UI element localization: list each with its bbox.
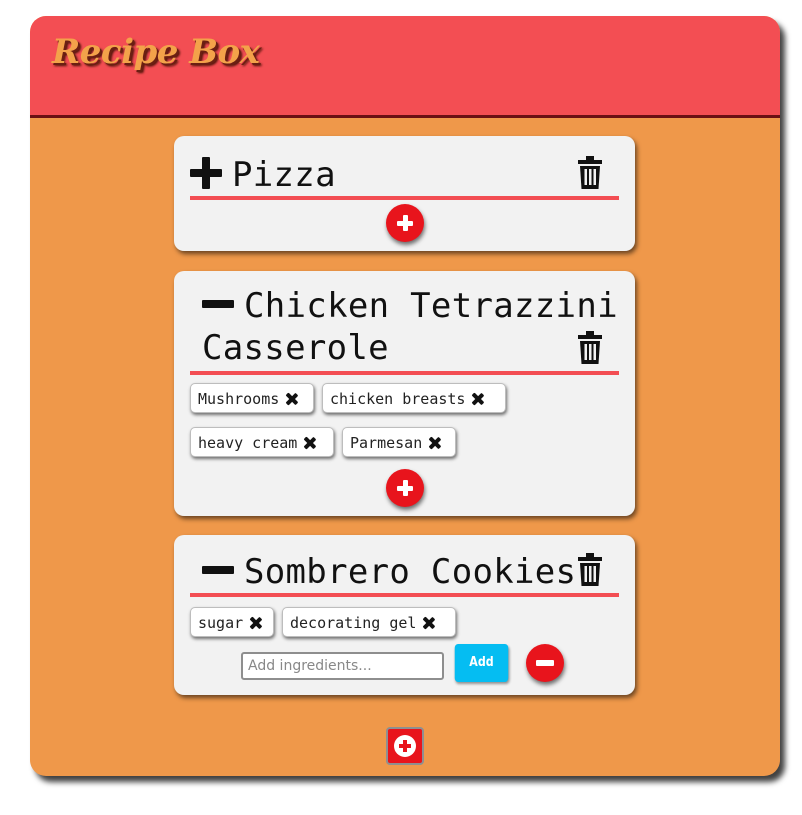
ingredient-chip: sugar <box>190 607 274 637</box>
recipe-title-continued[interactable]: Casserole <box>190 327 619 369</box>
close-icon[interactable] <box>285 393 297 405</box>
collapse-minus-icon[interactable] <box>202 288 234 320</box>
recipe-title[interactable]: Sombrero Cookies <box>244 552 576 592</box>
ingredient-label: Mushrooms <box>198 390 280 408</box>
trash-icon[interactable] <box>575 553 605 587</box>
ingredient-label: sugar <box>198 614 244 632</box>
trash-icon[interactable] <box>575 331 605 365</box>
recipe-title-line: Chicken Tetrazzini <box>190 285 619 327</box>
add-ingredient-input[interactable] <box>241 652 444 680</box>
app-title: Recipe Box <box>52 32 260 72</box>
close-icon[interactable] <box>422 617 434 629</box>
recipe-title[interactable]: Pizza <box>232 155 336 195</box>
app-header: Recipe Box <box>30 16 780 118</box>
recipe-card: Sombrero Cookies sugar decorating gel Ad… <box>174 535 635 695</box>
trash-icon[interactable] <box>575 156 605 190</box>
recipe-header: Chicken Tetrazzini Casserole <box>190 271 619 375</box>
close-icon[interactable] <box>428 437 440 449</box>
recipe-card: Pizza <box>174 136 635 251</box>
close-icon[interactable] <box>249 617 261 629</box>
plus-circle-icon <box>394 735 416 757</box>
add-recipe-button[interactable] <box>386 727 424 765</box>
recipe-card: Chicken Tetrazzini Casserole Mushrooms c… <box>174 271 635 516</box>
add-ingredient-button[interactable] <box>386 469 424 507</box>
recipe-box-app: Recipe Box Pizza Chicken Tetrazzini Cass… <box>30 16 780 776</box>
add-ingredient-button[interactable] <box>386 204 424 242</box>
ingredient-chip: Parmesan <box>342 427 456 457</box>
ingredient-label: chicken breasts <box>330 390 466 408</box>
close-icon[interactable] <box>471 393 483 405</box>
ingredient-chip: chicken breasts <box>322 383 506 413</box>
recipe-header: Sombrero Cookies <box>190 535 619 597</box>
ingredient-chip: Mushrooms <box>190 383 314 413</box>
close-icon[interactable] <box>303 437 315 449</box>
recipe-title[interactable]: Chicken Tetrazzini <box>244 286 618 326</box>
ingredient-chip: decorating gel <box>282 607 456 637</box>
recipe-header: Pizza <box>190 136 619 200</box>
expand-plus-icon[interactable] <box>190 157 222 189</box>
collapse-minus-icon[interactable] <box>202 554 234 586</box>
close-form-button[interactable] <box>526 644 564 682</box>
ingredient-label: heavy cream <box>198 434 298 452</box>
ingredient-chip: heavy cream <box>190 427 334 457</box>
ingredient-label: Parmesan <box>350 434 423 452</box>
add-button[interactable]: Add <box>454 644 509 682</box>
ingredient-label: decorating gel <box>290 614 417 632</box>
